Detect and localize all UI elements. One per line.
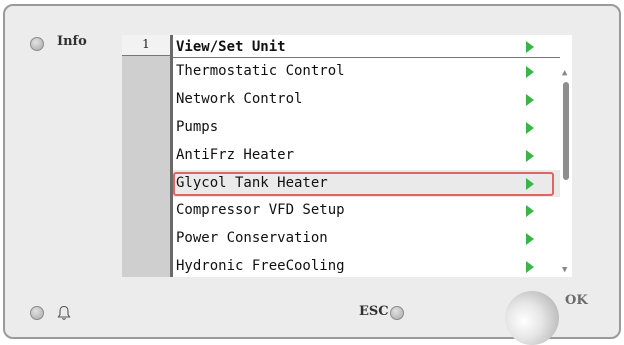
page-number: 1	[122, 35, 170, 56]
scroll-up-icon[interactable]: ▲	[562, 69, 567, 78]
display-screen: 1 View/Set Unit Thermostatic Control Net…	[122, 35, 572, 277]
controller-panel: Info 1 View/Set Unit Thermostatic Contro…	[3, 4, 621, 345]
menu-item-antifrz-heater[interactable]: AntiFrz Heater	[173, 142, 560, 170]
scroll-down-icon[interactable]: ▼	[562, 266, 567, 275]
arrow-right-icon	[526, 177, 534, 190]
arrow-right-icon	[526, 261, 534, 274]
arrow-right-icon	[526, 41, 534, 53]
scrollbar-thumb[interactable]	[563, 82, 569, 180]
arrow-right-icon	[526, 205, 534, 218]
arrow-right-icon	[526, 93, 534, 106]
menu-item-glycol-tank-heater[interactable]: Glycol Tank Heater	[173, 169, 560, 198]
menu-header-label: View/Set Unit	[176, 39, 286, 55]
esc-label: ESC	[359, 304, 389, 319]
menu-item-hydronic-freecooling[interactable]: Hydronic FreeCooling	[173, 253, 560, 277]
ok-label: OK	[565, 293, 588, 308]
menu-item-power-conservation[interactable]: Power Conservation	[173, 225, 560, 253]
arrow-right-icon	[526, 66, 534, 78]
menu-item-label: Compressor VFD Setup	[176, 202, 345, 219]
info-label: Info	[57, 34, 87, 49]
menu-item-label: Network Control	[176, 90, 303, 107]
menu-item-label: Power Conservation	[176, 230, 328, 247]
esc-led[interactable]	[390, 306, 404, 320]
menu-item-pumps[interactable]: Pumps	[173, 114, 560, 142]
alarm-led[interactable]	[30, 306, 44, 320]
menu-item-label: Glycol Tank Heater	[176, 174, 328, 191]
menu-item-label: Hydronic FreeCooling	[176, 258, 345, 275]
menu-item-compressor-vfd-setup[interactable]: Compressor VFD Setup	[173, 197, 560, 225]
ok-knob[interactable]	[505, 291, 559, 345]
menu-item-thermostatic-control[interactable]: Thermostatic Control	[173, 58, 560, 86]
arrow-right-icon	[526, 233, 534, 246]
menu-item-label: Pumps	[176, 118, 219, 135]
info-led[interactable]	[30, 37, 44, 51]
arrow-right-icon	[526, 149, 534, 162]
menu-list: View/Set Unit Thermostatic Control Netwo…	[173, 35, 560, 277]
menu-item-label: AntiFrz Heater	[176, 146, 295, 163]
arrow-right-icon	[526, 121, 534, 134]
menu-item-label: Thermostatic Control	[176, 63, 345, 79]
menu-item-network-control[interactable]: Network Control	[173, 86, 560, 114]
scrollbar[interactable]: ▲ ▼	[560, 62, 572, 277]
menu-header[interactable]: View/Set Unit	[173, 35, 560, 58]
page-column: 1	[122, 35, 170, 277]
bell-icon[interactable]	[57, 305, 71, 321]
